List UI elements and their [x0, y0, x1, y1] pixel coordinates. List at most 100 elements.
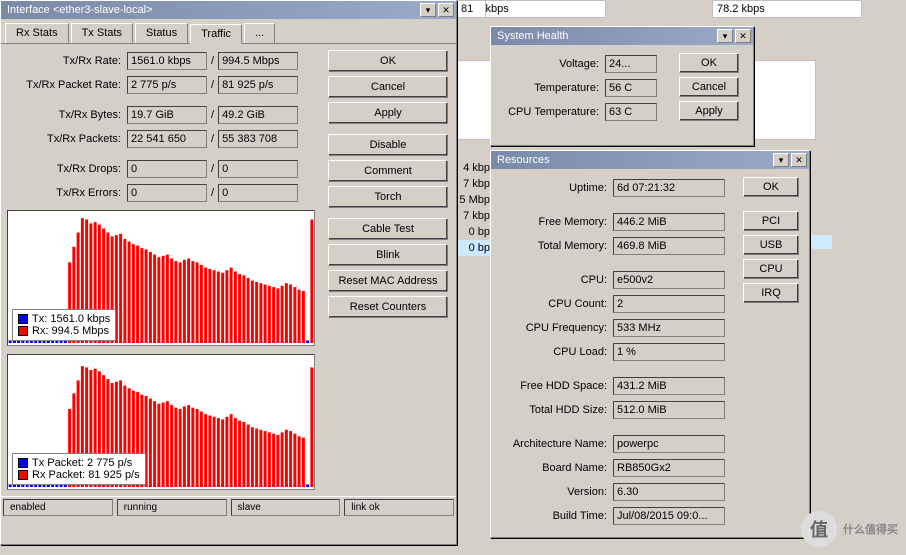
drops-label: Tx/Rx Drops: [7, 163, 127, 175]
rate-graph: Tx: 1561.0 kbps Rx: 994.5 Mbps [7, 210, 315, 346]
ok-button[interactable]: OK [328, 50, 448, 72]
bg-rate-2: 78.2 kbps [712, 0, 862, 18]
temp-value: 56 C [605, 79, 657, 97]
resources-window: Resources ▾ ✕ Uptime:6d 07:21:32 Free Me… [490, 150, 810, 538]
arch-label: Architecture Name: [495, 438, 613, 450]
resources-title: Resources [493, 154, 771, 166]
watermark: 值 什么值得买 [801, 511, 898, 547]
health-title: System Health [493, 30, 715, 42]
reset-counters-button[interactable]: Reset Counters [328, 296, 448, 318]
version-value: 6.30 [613, 483, 725, 501]
comment-button[interactable]: Comment [328, 160, 448, 182]
cputemp-label: CPU Temperature: [499, 106, 605, 118]
tothdd-label: Total HDD Size: [495, 404, 613, 416]
freemem-value: 446.2 MiB [613, 213, 725, 231]
voltage-label: Voltage: [499, 58, 605, 70]
board-value: RB850Gx2 [613, 459, 725, 477]
voltage-value: 24... [605, 55, 657, 73]
resources-titlebar[interactable]: Resources ▾ ✕ [491, 151, 809, 169]
rx-prate: 81 925 p/s [218, 76, 298, 94]
close-icon[interactable]: ✕ [791, 153, 807, 167]
cable-test-button[interactable]: Cable Test [328, 218, 448, 240]
uptime-label: Uptime: [495, 182, 613, 194]
freehdd-value: 431.2 MiB [613, 377, 725, 395]
health-ok-button[interactable]: OK [679, 53, 739, 73]
tx-bytes: 19.7 GiB [127, 106, 207, 124]
tx-packets: 22 541 650 [127, 130, 207, 148]
close-icon[interactable]: ✕ [735, 29, 751, 43]
bg-rate-col: 81 [456, 0, 486, 18]
watermark-icon: 值 [801, 511, 837, 547]
board-label: Board Name: [495, 462, 613, 474]
health-apply-button[interactable]: Apply [679, 101, 739, 121]
interface-window: Interface <ether3-slave-local> ▾ ✕ Rx St… [0, 0, 457, 545]
status-running: running [117, 499, 227, 516]
tx-rate: 1561.0 kbps [127, 52, 207, 70]
pci-button[interactable]: PCI [743, 211, 799, 231]
totmem-label: Total Memory: [495, 240, 613, 252]
temp-label: Temperature: [499, 82, 605, 94]
irq-button[interactable]: IRQ [743, 283, 799, 303]
rx-rate: 994.5 Mbps [218, 52, 298, 70]
packet-legend: Tx Packet: 2 775 p/s Rx Packet: 81 925 p… [12, 453, 146, 485]
close-icon[interactable]: ✕ [438, 3, 454, 17]
cpufreq-value: 533 MHz [613, 319, 725, 337]
cancel-button[interactable]: Cancel [328, 76, 448, 98]
packets-label: Tx/Rx Packets: [7, 133, 127, 145]
rx-errors: 0 [218, 184, 298, 202]
build-label: Build Time: [495, 510, 613, 522]
minimize-icon[interactable]: ▾ [773, 153, 789, 167]
tab-status[interactable]: Status [135, 23, 188, 43]
usb-button[interactable]: USB [743, 235, 799, 255]
minimize-icon[interactable]: ▾ [420, 3, 436, 17]
interface-titlebar[interactable]: Interface <ether3-slave-local> ▾ ✕ [1, 1, 456, 19]
status-slave: slave [231, 499, 341, 516]
rx-packets: 55 383 708 [218, 130, 298, 148]
health-titlebar[interactable]: System Health ▾ ✕ [491, 27, 753, 45]
totmem-value: 469.8 MiB [613, 237, 725, 255]
prate-label: Tx/Rx Packet Rate: [7, 79, 127, 91]
freemem-label: Free Memory: [495, 216, 613, 228]
cpufreq-label: CPU Frequency: [495, 322, 613, 334]
health-window: System Health ▾ ✕ Voltage:24... Temperat… [490, 26, 754, 146]
resources-ok-button[interactable]: OK [743, 177, 799, 197]
status-bar: enabled running slave link ok [1, 496, 456, 518]
tab-tx-stats[interactable]: Tx Stats [71, 23, 133, 43]
freehdd-label: Free HDD Space: [495, 380, 613, 392]
cputemp-value: 63 C [605, 103, 657, 121]
rate-label: Tx/Rx Rate: [7, 55, 127, 67]
build-value: Jul/08/2015 09:0... [613, 507, 725, 525]
tab-traffic[interactable]: Traffic [190, 24, 242, 44]
blink-button[interactable]: Blink [328, 244, 448, 266]
cpuload-value: 1 % [613, 343, 725, 361]
tx-drops: 0 [127, 160, 207, 178]
cpu-value: e500v2 [613, 271, 725, 289]
cpucount-value: 2 [613, 295, 725, 313]
tx-errors: 0 [127, 184, 207, 202]
arch-value: powerpc [613, 435, 725, 453]
reset-mac-button[interactable]: Reset MAC Address [328, 270, 448, 292]
rate-legend: Tx: 1561.0 kbps Rx: 994.5 Mbps [12, 309, 116, 341]
rx-drops: 0 [218, 160, 298, 178]
cpucount-label: CPU Count: [495, 298, 613, 310]
tab-rx-stats[interactable]: Rx Stats [5, 23, 69, 43]
apply-button[interactable]: Apply [328, 102, 448, 124]
interface-tabs: Rx Stats Tx Stats Status Traffic ... [1, 19, 456, 44]
disable-button[interactable]: Disable [328, 134, 448, 156]
packet-graph: Tx Packet: 2 775 p/s Rx Packet: 81 925 p… [7, 354, 315, 490]
bytes-label: Tx/Rx Bytes: [7, 109, 127, 121]
status-link: link ok [344, 499, 454, 516]
torch-button[interactable]: Torch [328, 186, 448, 208]
interface-title: Interface <ether3-slave-local> [3, 4, 418, 16]
version-label: Version: [495, 486, 613, 498]
rx-bytes: 49.2 GiB [218, 106, 298, 124]
status-enabled: enabled [3, 499, 113, 516]
tx-prate: 2 775 p/s [127, 76, 207, 94]
cpu-button[interactable]: CPU [743, 259, 799, 279]
tothdd-value: 512.0 MiB [613, 401, 725, 419]
health-cancel-button[interactable]: Cancel [679, 77, 739, 97]
tab-more[interactable]: ... [244, 23, 275, 43]
cpuload-label: CPU Load: [495, 346, 613, 358]
minimize-icon[interactable]: ▾ [717, 29, 733, 43]
errors-label: Tx/Rx Errors: [7, 187, 127, 199]
